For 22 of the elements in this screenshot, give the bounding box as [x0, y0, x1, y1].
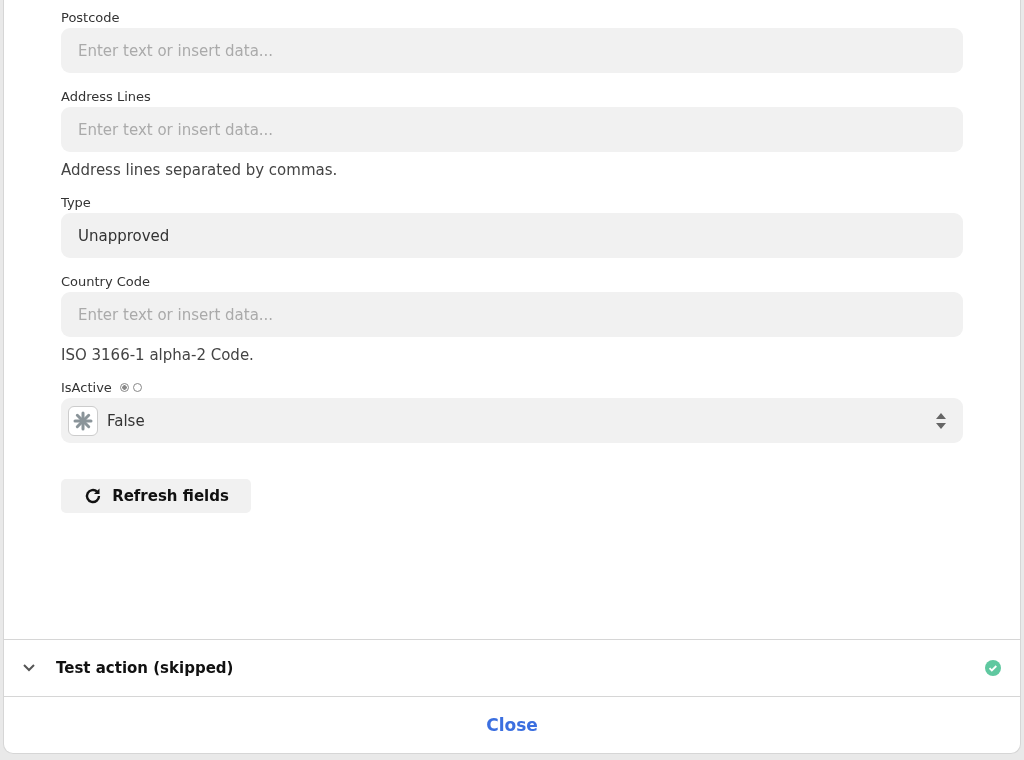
- field-label: IsActive: [61, 379, 112, 395]
- refresh-button[interactable]: Refresh fields: [61, 479, 251, 513]
- help-text: ISO 3166-1 alpha-2 Code.: [61, 346, 255, 364]
- field-label: Postcode: [61, 9, 120, 25]
- chevron-icon: [22, 663, 36, 673]
- field-label: Country Code: [61, 273, 151, 289]
- sort-arrows-icon: [936, 411, 946, 430]
- asterisk-icon: [68, 405, 98, 436]
- section-title: Test action (skipped): [56, 659, 235, 677]
- select-value: False: [107, 411, 146, 430]
- input-field[interactable]: Enter text or insert data...: [61, 28, 963, 73]
- mode-radio[interactable]: [132, 382, 142, 392]
- close-button[interactable]: Close: [480, 714, 544, 736]
- select-field[interactable]: Unapproved: [61, 213, 963, 258]
- help-text: Address lines separated by commas.: [61, 161, 339, 179]
- test-action-row[interactable]: Test action (skipped): [4, 639, 1020, 697]
- mode-radio[interactable]: [119, 382, 129, 392]
- field-label: Type: [61, 194, 91, 210]
- select-field[interactable]: False: [61, 398, 963, 443]
- field-label: Address Lines: [61, 88, 151, 104]
- input-field[interactable]: Enter text or insert data...: [61, 292, 963, 337]
- input-field[interactable]: Enter text or insert data...: [61, 107, 963, 152]
